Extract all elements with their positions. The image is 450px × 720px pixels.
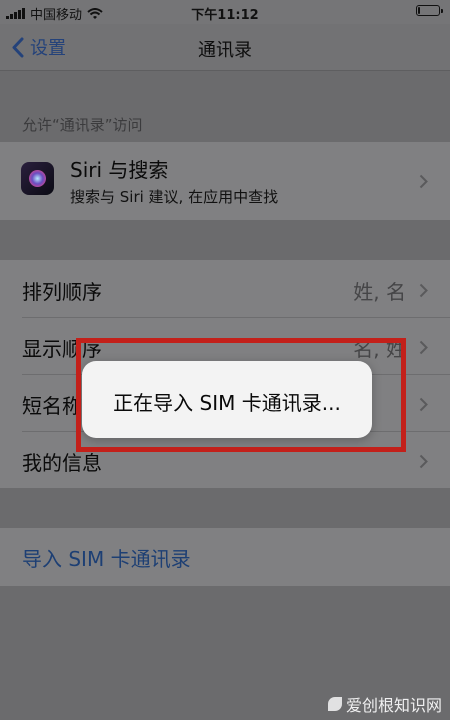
watermark-text: 爱创根知识网 xyxy=(345,696,442,715)
row-label: 短名称 xyxy=(22,394,82,418)
chevron-right-icon xyxy=(419,397,428,412)
siri-row-title: Siri 与搜索 xyxy=(70,158,169,182)
import-sim-contacts-link[interactable]: 导入 SIM 卡通讯录 xyxy=(22,543,191,572)
status-bar: 中国移动 下午11:12 xyxy=(0,0,450,24)
siri-row-subtitle: 搜索与 Siri 建议, 在应用中查找 xyxy=(70,188,279,206)
battery-icon xyxy=(416,5,443,16)
chevron-right-icon xyxy=(419,454,428,469)
row-value: 姓, 名 xyxy=(353,280,406,304)
chevron-right-icon xyxy=(419,174,428,189)
settings-row-sort-order[interactable]: 排列顺序 姓, 名 xyxy=(0,260,450,317)
siri-icon xyxy=(21,162,54,195)
chevron-right-icon xyxy=(419,283,428,298)
page-title: 通讯录 xyxy=(198,40,252,61)
navigation-bar: 设置 通讯录 xyxy=(0,24,450,71)
status-time: 下午11:12 xyxy=(191,8,259,23)
section-header-access: 允许“通讯录”访问 xyxy=(22,116,143,134)
watermark: 爱创根知识网 xyxy=(327,692,442,716)
leaf-logo-icon xyxy=(327,697,342,711)
siri-group: Siri 与搜索 搜索与 Siri 建议, 在应用中查找 xyxy=(0,142,450,220)
row-label: 排列顺序 xyxy=(22,280,102,304)
chevron-right-icon xyxy=(419,340,428,355)
battery-fill xyxy=(418,7,420,14)
highlight-annotation-box xyxy=(76,338,406,452)
siri-search-row[interactable]: Siri 与搜索 搜索与 Siri 建议, 在应用中查找 xyxy=(0,142,450,220)
